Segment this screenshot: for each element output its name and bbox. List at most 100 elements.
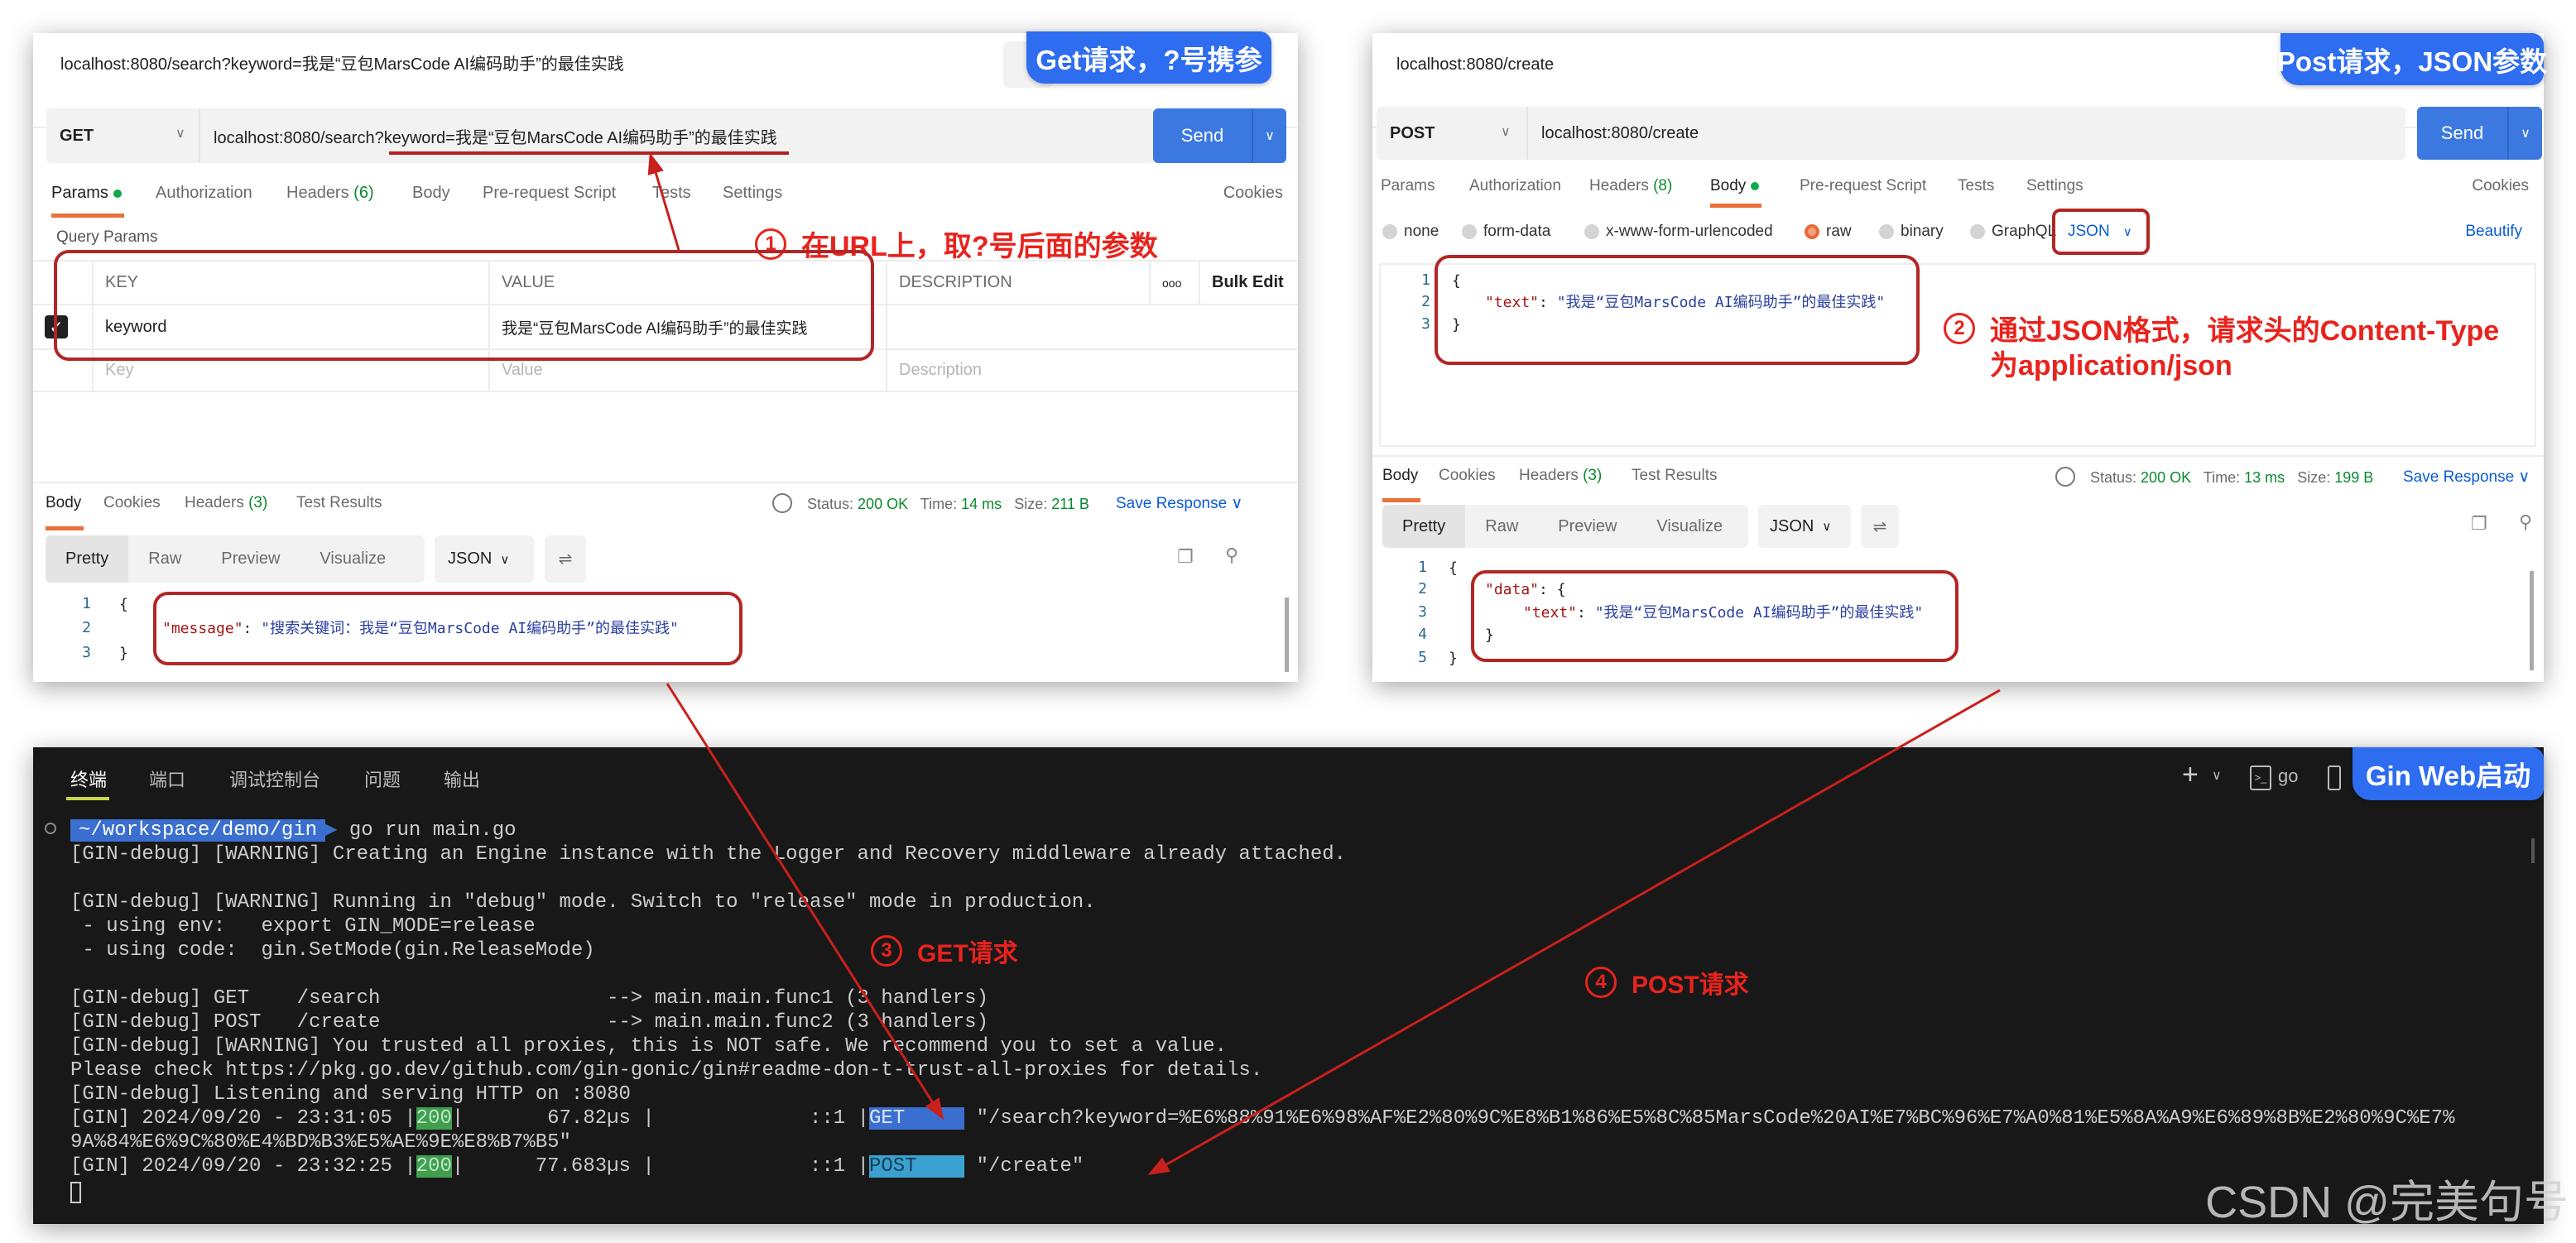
globe-icon[interactable]	[772, 493, 792, 513]
terminal-cursor[interactable]	[70, 1182, 81, 1203]
tab-pre-request-script[interactable]: Pre-request Script	[483, 184, 616, 203]
format-select[interactable]: JSON ∨	[1758, 505, 1851, 548]
tab-tests[interactable]: Tests	[1958, 177, 1994, 195]
view-pretty[interactable]: Pretty	[46, 535, 129, 583]
tab-body[interactable]: Body	[412, 184, 450, 203]
format-value: JSON	[1770, 516, 1814, 535]
cookies-link[interactable]: Cookies	[2472, 177, 2529, 195]
chevron-down-icon: ∨	[500, 552, 510, 567]
tab-headers[interactable]: Headers (6)	[286, 184, 374, 203]
response-tab-body[interactable]: Body	[46, 494, 81, 512]
body-type-form-data[interactable]: form-data	[1462, 223, 1550, 241]
more-options-icon[interactable]: ooo	[1151, 262, 1200, 305]
tab-body[interactable]: Body	[1710, 177, 1760, 195]
log-line-post: [GIN] 2024/09/20 - 23:32:25 |200| 77.683…	[70, 1154, 1084, 1178]
save-response-label: Save Response	[2403, 468, 2515, 486]
response-divider	[1372, 455, 2544, 457]
log-mid: | 77.683µs | ::1 |	[451, 1155, 869, 1178]
body-type-raw[interactable]: raw	[1805, 223, 1852, 241]
tab-params[interactable]: Params	[1381, 177, 1435, 195]
response-tab-headers[interactable]: Headers (3)	[185, 494, 267, 512]
terminal-tab-terminal[interactable]: 终端	[70, 765, 107, 792]
response-tab-cookies[interactable]: Cookies	[103, 494, 161, 512]
log-mid: | 67.82µs | ::1 |	[451, 1107, 869, 1130]
view-raw[interactable]: Raw	[128, 535, 201, 583]
response-view-tabs: Pretty Raw Preview Visualize	[1382, 505, 1748, 548]
beautify-button[interactable]: Beautify	[2465, 223, 2522, 241]
response-tab-test-results[interactable]: Test Results	[1632, 467, 1717, 485]
terminal-tab-problems[interactable]: 问题	[364, 765, 401, 792]
copy-icon[interactable]: ❐	[2471, 513, 2487, 535]
terminal-shell-name[interactable]: go	[2278, 765, 2298, 787]
status-200-badge: 200	[416, 1107, 452, 1130]
tab-headers[interactable]: Headers (8)	[1589, 177, 1672, 195]
param-description[interactable]	[887, 305, 1298, 350]
body-type-urlencoded[interactable]: x-www-form-urlencoded	[1584, 223, 1773, 241]
tab-settings[interactable]: Settings	[723, 184, 782, 203]
tab-params[interactable]: Params	[51, 184, 122, 203]
view-visualize[interactable]: Visualize	[300, 535, 406, 583]
prompt-arrow-icon: ▶	[325, 819, 338, 842]
terminal-tab-debug-console[interactable]: 调试控制台	[229, 765, 320, 792]
terminal-scrollbar[interactable]	[2531, 838, 2535, 863]
terminal-tab-output[interactable]: 输出	[444, 765, 480, 792]
view-visualize[interactable]: Visualize	[1636, 505, 1742, 548]
url-input[interactable]: localhost:8080/search?keyword=我是“豆包MarsC…	[200, 108, 777, 163]
url-input[interactable]: localhost:8080/create	[1528, 107, 1699, 160]
request-tab-title[interactable]: localhost:8080/search?keyword=我是“豆包MarsC…	[60, 55, 624, 74]
new-terminal-plus-icon[interactable]: +	[2182, 759, 2199, 791]
search-icon[interactable]: ⚲	[2519, 511, 2532, 533]
terminal-tab-ports[interactable]: 端口	[149, 765, 185, 792]
tab-settings[interactable]: Settings	[2026, 177, 2083, 195]
annotation-3: 3 GET请求	[871, 933, 1018, 969]
send-button[interactable]: Send ∨	[1153, 108, 1286, 163]
response-tab-test-results[interactable]: Test Results	[296, 494, 382, 512]
view-preview[interactable]: Preview	[1538, 505, 1636, 548]
view-pretty[interactable]: Pretty	[1382, 505, 1466, 548]
chevron-down-icon: ∨	[1822, 520, 1832, 534]
wrap-lines-icon[interactable]: ⇌	[545, 535, 586, 583]
terminal-shell-icon[interactable]: >_	[2250, 765, 2271, 790]
response-tab-headers[interactable]: Headers (3)	[1519, 467, 1602, 485]
view-raw[interactable]: Raw	[1465, 505, 1538, 548]
time-value: 13 ms	[2244, 469, 2285, 486]
tab-tests[interactable]: Tests	[652, 184, 691, 203]
scrollbar[interactable]	[1285, 598, 1289, 672]
format-select[interactable]: JSON ∨	[435, 535, 534, 583]
tab-label: Params	[51, 184, 108, 202]
log-path: "/search?keyword=%E6%88%91%E6%98%AF%E2%8…	[964, 1107, 2455, 1130]
view-preview[interactable]: Preview	[201, 535, 300, 583]
scrollbar[interactable]	[2530, 571, 2534, 670]
split-terminal-icon[interactable]	[2328, 765, 2341, 790]
body-type-binary[interactable]: binary	[1879, 223, 1944, 241]
size-value: 199 B	[2334, 469, 2374, 486]
chevron-down-icon[interactable]: ∨	[1252, 108, 1286, 163]
request-tab-title[interactable]: localhost:8080/create	[1396, 55, 1554, 74]
save-response-button[interactable]: Save Response ∨	[2403, 468, 2530, 487]
description-placeholder[interactable]: Description	[887, 350, 1298, 392]
method-get-badge: GET	[868, 1107, 965, 1130]
chevron-down-icon[interactable]: ∨	[2507, 107, 2542, 160]
size-label: Size:	[2297, 469, 2331, 486]
bulk-edit-button[interactable]: Bulk Edit	[1200, 262, 1298, 305]
wrap-lines-icon[interactable]: ⇌	[1861, 505, 1899, 548]
annotation-text: GET请求	[917, 940, 1018, 967]
response-tab-cookies[interactable]: Cookies	[1439, 467, 1496, 485]
response-meta: Status: 200 OK Time: 13 ms Size: 199 B	[2090, 468, 2373, 487]
save-response-button[interactable]: Save Response ∨	[1116, 494, 1242, 514]
globe-icon[interactable]	[2055, 467, 2075, 487]
body-type-graphql[interactable]: GraphQL	[1970, 223, 2056, 241]
cookies-link[interactable]: Cookies	[1223, 184, 1283, 203]
tab-pre-request-script[interactable]: Pre-request Script	[1800, 177, 1926, 195]
tab-authorization[interactable]: Authorization	[156, 184, 252, 203]
tab-authorization[interactable]: Authorization	[1469, 177, 1561, 195]
search-icon[interactable]: ⚲	[1225, 545, 1238, 566]
line-number: 3	[1418, 603, 1427, 621]
chevron-down-icon[interactable]: ∨	[2212, 767, 2222, 784]
copy-icon[interactable]: ❐	[1177, 546, 1194, 568]
postman-post-panel: localhost:8080/create Post请求，JSON参数 POST…	[1372, 33, 2547, 682]
time-label: Time:	[920, 496, 958, 512]
response-tab-body[interactable]: Body	[1382, 467, 1418, 485]
body-type-none[interactable]: none	[1382, 223, 1439, 241]
send-button[interactable]: Send ∨	[2417, 107, 2542, 160]
